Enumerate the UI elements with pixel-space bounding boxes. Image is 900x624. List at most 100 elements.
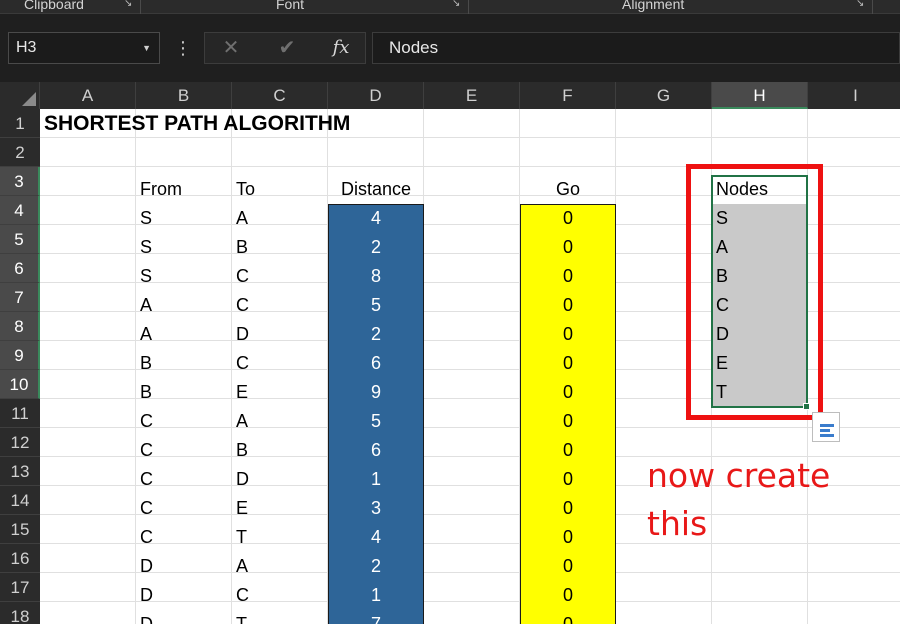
cell-from[interactable]: S xyxy=(136,204,232,233)
column-header-g[interactable]: G xyxy=(616,82,712,109)
cell-go[interactable]: 0 xyxy=(520,581,616,610)
cell-go[interactable]: 0 xyxy=(520,291,616,320)
cell-go[interactable]: 0 xyxy=(520,436,616,465)
cell-distance[interactable]: 6 xyxy=(328,436,424,465)
cell-to[interactable]: T xyxy=(232,610,328,624)
quick-analysis-icon[interactable] xyxy=(812,412,840,442)
cell-to[interactable]: D xyxy=(232,465,328,494)
header-from[interactable]: From xyxy=(136,175,232,204)
enter-entry-icon[interactable]: ✔ xyxy=(267,33,307,63)
cancel-entry-icon[interactable]: ✕ xyxy=(211,33,251,63)
cell-distance[interactable]: 2 xyxy=(328,320,424,349)
cell-distance[interactable]: 4 xyxy=(328,204,424,233)
cell-go[interactable]: 0 xyxy=(520,407,616,436)
cell-from[interactable]: A xyxy=(136,291,232,320)
cell-go[interactable]: 0 xyxy=(520,349,616,378)
row-header-9[interactable]: 9 xyxy=(0,341,40,370)
cell-to[interactable]: B xyxy=(232,233,328,262)
cell-from[interactable]: C xyxy=(136,494,232,523)
column-header-h[interactable]: H xyxy=(712,82,808,109)
row-header-8[interactable]: 8 xyxy=(0,312,40,341)
cell-distance[interactable]: 1 xyxy=(328,465,424,494)
name-box[interactable]: H3 ▼ xyxy=(8,32,160,64)
row-header-1[interactable]: 1 xyxy=(0,109,40,138)
cell-go[interactable]: 0 xyxy=(520,552,616,581)
row-header-7[interactable]: 7 xyxy=(0,283,40,312)
column-header-e[interactable]: E xyxy=(424,82,520,109)
header-go[interactable]: Go xyxy=(520,175,616,204)
column-header-a[interactable]: A xyxy=(40,82,136,109)
cell-distance[interactable]: 9 xyxy=(328,378,424,407)
column-header-c[interactable]: C xyxy=(232,82,328,109)
cell-go[interactable]: 0 xyxy=(520,494,616,523)
cell-from[interactable]: B xyxy=(136,378,232,407)
cell-go[interactable]: 0 xyxy=(520,378,616,407)
cell-to[interactable]: D xyxy=(232,320,328,349)
cell-to[interactable]: C xyxy=(232,291,328,320)
cell-to[interactable]: A xyxy=(232,407,328,436)
row-header-13[interactable]: 13 xyxy=(0,457,40,486)
cell-to[interactable]: C xyxy=(232,581,328,610)
cell-from[interactable]: A xyxy=(136,320,232,349)
cell-go[interactable]: 0 xyxy=(520,233,616,262)
row-header-3[interactable]: 3 xyxy=(0,167,40,196)
row-header-14[interactable]: 14 xyxy=(0,486,40,515)
cell-go[interactable]: 0 xyxy=(520,523,616,552)
cell-distance[interactable]: 4 xyxy=(328,523,424,552)
cell-distance[interactable]: 1 xyxy=(328,581,424,610)
select-all-button[interactable] xyxy=(0,82,40,109)
cell-to[interactable]: C xyxy=(232,349,328,378)
cell-distance[interactable]: 5 xyxy=(328,407,424,436)
header-distance[interactable]: Distance xyxy=(328,175,424,204)
row-header-12[interactable]: 12 xyxy=(0,428,40,457)
cell-from[interactable]: S xyxy=(136,233,232,262)
row-header-18[interactable]: 18 xyxy=(0,602,40,624)
cell-go[interactable]: 0 xyxy=(520,204,616,233)
name-box-dropdown-icon[interactable]: ▼ xyxy=(142,33,151,63)
cell-to[interactable]: E xyxy=(232,494,328,523)
row-header-2[interactable]: 2 xyxy=(0,138,40,167)
cell-from[interactable]: C xyxy=(136,523,232,552)
column-header-i[interactable]: I xyxy=(808,82,900,109)
row-header-6[interactable]: 6 xyxy=(0,254,40,283)
cell-from[interactable]: S xyxy=(136,262,232,291)
row-header-11[interactable]: 11 xyxy=(0,399,40,428)
cell-from[interactable]: B xyxy=(136,349,232,378)
cell-distance[interactable]: 7 xyxy=(328,610,424,624)
cell-go[interactable]: 0 xyxy=(520,465,616,494)
cell-to[interactable]: C xyxy=(232,262,328,291)
row-header-17[interactable]: 17 xyxy=(0,573,40,602)
column-header-b[interactable]: B xyxy=(136,82,232,109)
header-to[interactable]: To xyxy=(232,175,328,204)
spreadsheet-grid[interactable]: SHORTEST PATH ALGORITHM From To Distance… xyxy=(40,109,900,624)
formula-bar-resize-handle-icon[interactable]: ⋮ xyxy=(174,36,192,60)
row-header-10[interactable]: 10 xyxy=(0,370,40,399)
clipboard-dialog-launcher-icon[interactable]: ↘ xyxy=(124,0,134,9)
cell-from[interactable]: C xyxy=(136,407,232,436)
row-header-4[interactable]: 4 xyxy=(0,196,40,225)
formula-input[interactable]: Nodes xyxy=(372,32,900,64)
cell-from[interactable]: D xyxy=(136,552,232,581)
cell-from[interactable]: C xyxy=(136,465,232,494)
cell-to[interactable]: B xyxy=(232,436,328,465)
cell-go[interactable]: 0 xyxy=(520,610,616,624)
cell-distance[interactable]: 2 xyxy=(328,552,424,581)
cell-to[interactable]: T xyxy=(232,523,328,552)
cell-go[interactable]: 0 xyxy=(520,262,616,291)
cell-distance[interactable]: 8 xyxy=(328,262,424,291)
cell-to[interactable]: A xyxy=(232,204,328,233)
alignment-dialog-launcher-icon[interactable]: ↘ xyxy=(856,0,866,9)
row-header-15[interactable]: 15 xyxy=(0,515,40,544)
cell-to[interactable]: E xyxy=(232,378,328,407)
font-dialog-launcher-icon[interactable]: ↘ xyxy=(452,0,462,9)
cell-distance[interactable]: 6 xyxy=(328,349,424,378)
cell-distance[interactable]: 2 xyxy=(328,233,424,262)
cell-distance[interactable]: 5 xyxy=(328,291,424,320)
cell-distance[interactable]: 3 xyxy=(328,494,424,523)
cell-go[interactable]: 0 xyxy=(520,320,616,349)
row-header-16[interactable]: 16 xyxy=(0,544,40,573)
insert-function-button[interactable]: fx xyxy=(321,33,361,63)
column-header-f[interactable]: F xyxy=(520,82,616,109)
cell-from[interactable]: D xyxy=(136,610,232,624)
cell-from[interactable]: D xyxy=(136,581,232,610)
